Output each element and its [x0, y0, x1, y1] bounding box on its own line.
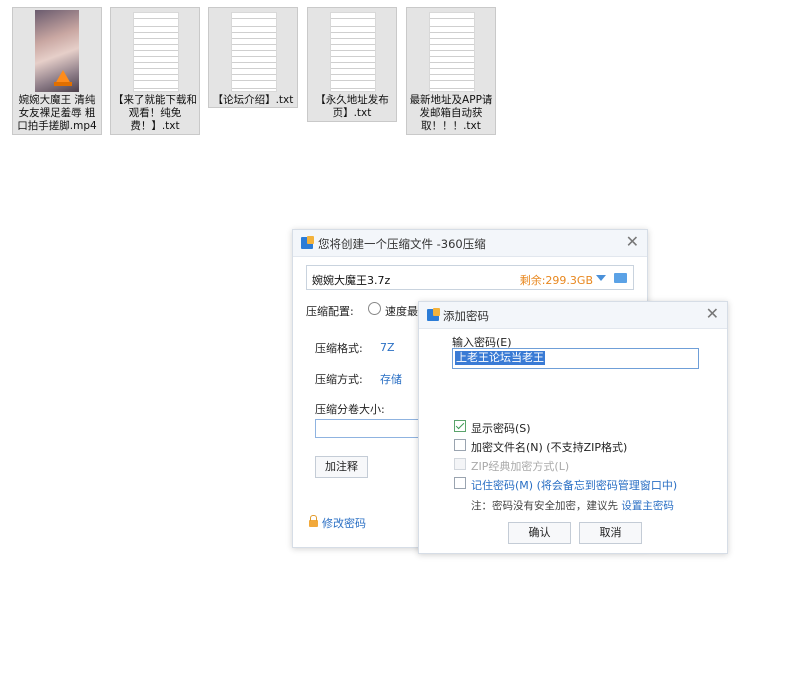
vlc-cone-icon	[54, 70, 72, 86]
password-input[interactable]: 上老王论坛当老王	[452, 348, 699, 369]
password-value: 上老王论坛当老王	[455, 351, 545, 365]
change-password-link[interactable]: 修改密码	[322, 515, 366, 531]
zip-classic-label: ZIP经典加密方式(L)	[471, 460, 570, 473]
file-name: 最新地址及APP请发邮箱自动获取！！！.txt	[409, 94, 493, 132]
360zip-app-icon	[427, 308, 440, 321]
free-space-label: 剩余:299.3GB	[519, 274, 593, 287]
compress-dialog-title: 您将创建一个压缩文件 -360压缩	[318, 237, 486, 251]
file-txt-4[interactable]: 最新地址及APP请发邮箱自动获取！！！.txt	[406, 7, 496, 135]
remember-password-checkbox[interactable]	[454, 477, 466, 489]
encrypt-filenames-checkbox[interactable]	[454, 439, 466, 451]
text-file-icon	[330, 12, 376, 92]
file-txt-2[interactable]: 【论坛介绍】.txt	[208, 7, 298, 108]
config-speed-radio[interactable]	[368, 302, 381, 315]
file-name: 婉婉大魔王 清纯女友裸足羞辱 粗口拍手搓脚.mp4	[17, 94, 97, 132]
add-comment-button[interactable]: 加注释	[315, 456, 368, 478]
format-label: 压缩格式:	[315, 342, 363, 355]
show-password-label: 显示密码(S)	[471, 422, 531, 435]
remember-password-label: 记住密码(M) (将会备忘到密码管理窗口中)	[471, 479, 678, 492]
method-value[interactable]: 存储	[380, 371, 402, 387]
file-name: 【论坛介绍】.txt	[212, 94, 294, 106]
text-file-icon	[133, 12, 179, 92]
security-note-text: 注：密码没有安全加密，建议先	[471, 500, 618, 512]
encrypt-filenames-label: 加密文件名(N) (不支持ZIP格式)	[471, 441, 628, 454]
show-password-checkbox[interactable]	[454, 420, 466, 432]
password-titlebar[interactable]: 添加密码 ✕	[419, 302, 727, 329]
file-txt-1[interactable]: 【来了就能下载和观看！纯免费！】.txt	[110, 7, 200, 135]
ok-button[interactable]: 确认	[508, 522, 571, 544]
compress-titlebar[interactable]: 您将创建一个压缩文件 -360压缩 ✕	[293, 230, 647, 257]
file-video-mp4[interactable]: 婉婉大魔王 清纯女友裸足羞辱 粗口拍手搓脚.mp4	[12, 7, 102, 135]
close-icon[interactable]: ✕	[626, 233, 639, 251]
file-name: 【来了就能下载和观看！纯免费！】.txt	[113, 94, 197, 132]
method-label: 压缩方式:	[315, 373, 363, 386]
file-txt-3[interactable]: 【永久地址发布页】.txt	[307, 7, 397, 122]
close-icon[interactable]: ✕	[706, 305, 719, 323]
archive-filename: 婉婉大魔王3.7z	[312, 274, 391, 287]
format-value[interactable]: 7Z	[380, 341, 395, 354]
password-dialog-title: 添加密码	[443, 309, 489, 323]
archive-path-field[interactable]: 婉婉大魔王3.7z 剩余:299.3GB	[306, 265, 634, 290]
chevron-down-icon[interactable]	[596, 275, 606, 281]
lock-icon	[309, 515, 318, 527]
set-master-password-link[interactable]: 设置主密码	[621, 500, 674, 512]
zip-classic-checkbox[interactable]	[454, 458, 466, 470]
split-size-label: 压缩分卷大小:	[315, 403, 385, 416]
cancel-button[interactable]: 取消	[579, 522, 642, 544]
360zip-app-icon	[301, 236, 314, 249]
folder-icon[interactable]	[614, 273, 627, 283]
text-file-icon	[429, 12, 475, 92]
file-name: 【永久地址发布页】.txt	[315, 94, 389, 119]
text-file-icon	[231, 12, 277, 92]
security-note: 注：密码没有安全加密，建议先 设置主密码	[471, 498, 674, 513]
config-label: 压缩配置:	[306, 305, 354, 318]
add-password-dialog: 添加密码 ✕ 输入密码(E) 上老王论坛当老王 显示密码(S) 加密文件名(N)…	[418, 301, 728, 554]
config-speed-label: 速度最	[385, 305, 418, 318]
split-size-input[interactable]	[315, 419, 419, 438]
